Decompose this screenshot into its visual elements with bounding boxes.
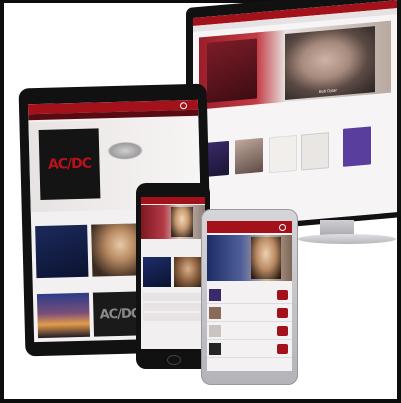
android-row-1-action[interactable] bbox=[277, 290, 288, 300]
tablet-tile-5-logo: AC/DC bbox=[99, 305, 140, 322]
android-list-row-1[interactable] bbox=[207, 287, 292, 304]
android-screen bbox=[207, 221, 292, 371]
phone-tile-1[interactable] bbox=[143, 257, 171, 287]
android-list-row-4[interactable] bbox=[207, 341, 292, 358]
monitor-album-3[interactable] bbox=[269, 134, 297, 174]
android-app-bar bbox=[207, 221, 292, 233]
tablet-search-icon[interactable] bbox=[179, 102, 188, 110]
tablet-featured-art bbox=[106, 141, 144, 161]
monitor-hero-banner[interactable]: Bob Dylan bbox=[199, 20, 391, 110]
tablet-featured-cover: AC/DC bbox=[38, 128, 101, 200]
phone-list-row-2[interactable] bbox=[143, 303, 203, 311]
phone bbox=[136, 183, 210, 369]
phone-screen bbox=[141, 197, 205, 349]
android-banner-portrait bbox=[251, 237, 281, 279]
android-row-4-action[interactable] bbox=[277, 344, 288, 354]
android-row-3-cover bbox=[209, 325, 221, 337]
monitor-stand-base bbox=[298, 234, 396, 244]
phone-tile-2[interactable] bbox=[174, 257, 202, 287]
phone-list-row-3[interactable] bbox=[143, 313, 203, 321]
android-list-row-2[interactable] bbox=[207, 305, 292, 322]
monitor-hero-cover bbox=[207, 38, 257, 103]
android-row-4-cover bbox=[209, 343, 221, 355]
monitor-album-4[interactable] bbox=[301, 132, 329, 171]
android-row-2-action[interactable] bbox=[277, 308, 288, 318]
phone-list-row-1[interactable] bbox=[143, 293, 203, 301]
monitor-album-2[interactable] bbox=[235, 137, 263, 175]
android-row-2-cover bbox=[209, 307, 221, 319]
tablet-tile-1[interactable] bbox=[35, 224, 89, 279]
android-search-icon[interactable] bbox=[279, 224, 286, 231]
android-phone bbox=[201, 209, 298, 385]
monitor-screen: Bob Dylan bbox=[193, 0, 397, 230]
android-row-3-action[interactable] bbox=[277, 326, 288, 336]
android-row-1-cover bbox=[209, 289, 221, 301]
tablet-tile-4[interactable] bbox=[36, 292, 91, 339]
monitor-album-5[interactable] bbox=[343, 126, 371, 167]
phone-app-bar bbox=[141, 197, 205, 204]
monitor: Bob Dylan bbox=[180, 0, 401, 244]
phone-banner-portrait bbox=[171, 207, 193, 237]
phone-home-button[interactable] bbox=[167, 355, 181, 365]
android-list-row-3[interactable] bbox=[207, 323, 292, 340]
tablet-featured-logo: AC/DC bbox=[47, 155, 92, 173]
